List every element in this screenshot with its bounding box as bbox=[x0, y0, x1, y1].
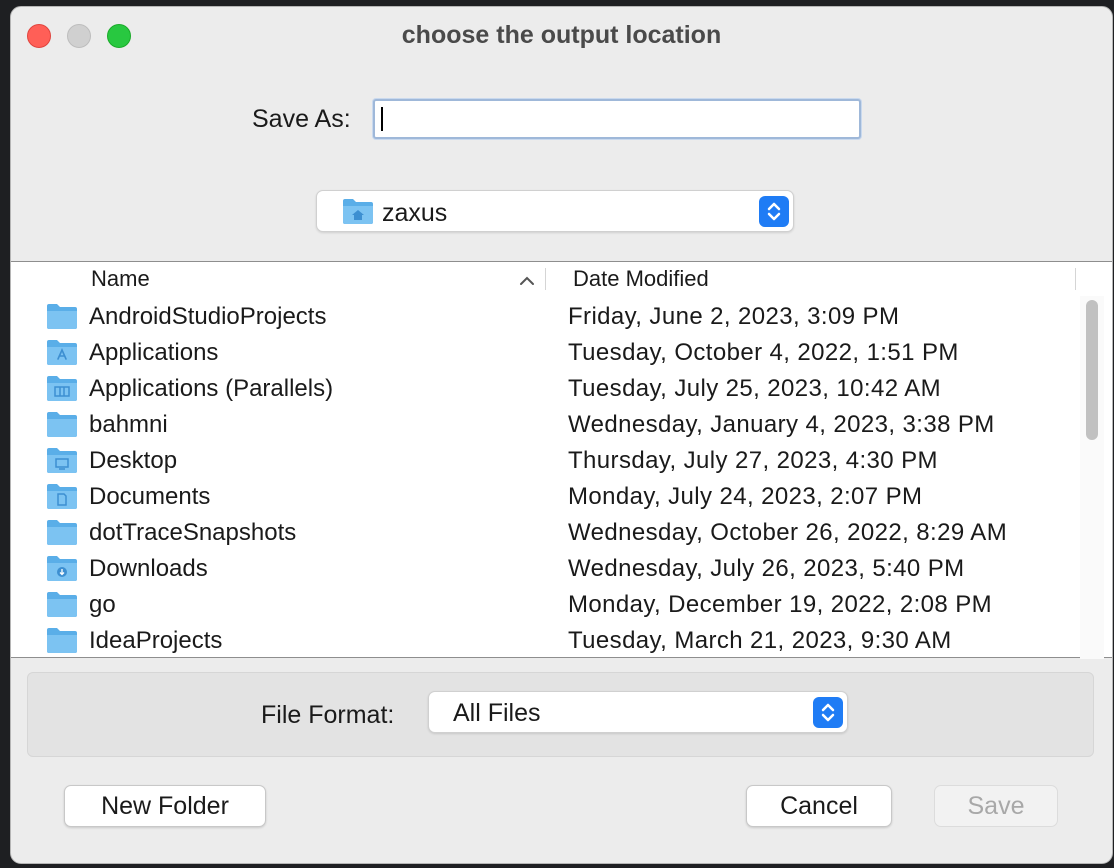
file-date-modified: Monday, December 19, 2022, 2:08 PM bbox=[568, 591, 993, 618]
format-stepper-icon bbox=[813, 697, 843, 728]
parallels-folder-icon bbox=[46, 374, 78, 407]
file-name: go bbox=[89, 591, 116, 618]
file-date-modified: Wednesday, January 4, 2023, 3:38 PM bbox=[568, 411, 995, 438]
file-row[interactable]: Desktop Thursday, July 27, 2023, 4:30 PM bbox=[11, 442, 1112, 478]
file-date-modified: Tuesday, October 4, 2022, 1:51 PM bbox=[568, 339, 959, 366]
file-list-header: Name Date Modified bbox=[11, 262, 1112, 294]
applications-folder-icon bbox=[46, 338, 78, 371]
new-folder-button[interactable]: New Folder bbox=[64, 785, 266, 827]
location-dropdown[interactable]: zaxus bbox=[316, 190, 794, 232]
file-row[interactable]: dotTraceSnapshots Wednesday, October 26, … bbox=[11, 514, 1112, 550]
documents-folder-icon bbox=[46, 482, 78, 515]
home-folder-icon bbox=[342, 197, 374, 230]
file-date-modified: Wednesday, July 26, 2023, 5:40 PM bbox=[568, 555, 965, 582]
file-row[interactable]: go Monday, December 19, 2022, 2:08 PM bbox=[11, 586, 1112, 622]
file-format-dropdown[interactable]: All Files bbox=[428, 691, 848, 733]
save-button[interactable]: Save bbox=[934, 785, 1058, 827]
file-format-panel: File Format: All Files bbox=[27, 672, 1094, 757]
save-as-label: Save As: bbox=[252, 105, 351, 133]
downloads-folder-icon bbox=[46, 554, 78, 587]
file-date-modified: Tuesday, July 25, 2023, 10:42 AM bbox=[568, 375, 942, 402]
file-date-modified: Thursday, July 27, 2023, 4:30 PM bbox=[568, 447, 938, 474]
folder-icon bbox=[46, 410, 78, 443]
cancel-button[interactable]: Cancel bbox=[746, 785, 892, 827]
text-caret bbox=[381, 107, 383, 131]
file-format-label: File Format: bbox=[261, 701, 395, 729]
desktop-folder-icon bbox=[46, 446, 78, 479]
file-row[interactable]: bahmni Wednesday, January 4, 2023, 3:38 P… bbox=[11, 406, 1112, 442]
folder-icon bbox=[46, 626, 78, 659]
file-name: Desktop bbox=[89, 447, 178, 474]
folder-icon bbox=[46, 302, 78, 335]
save-dialog: choose the output location Save As: zaxu… bbox=[10, 6, 1113, 864]
folder-icon bbox=[46, 518, 78, 551]
file-date-modified: Monday, July 24, 2023, 2:07 PM bbox=[568, 483, 923, 510]
file-date-modified: Wednesday, October 26, 2022, 8:29 AM bbox=[568, 519, 1008, 546]
file-row[interactable]: Applications (Parallels) Tuesday, July 25… bbox=[11, 370, 1112, 406]
file-row[interactable]: IdeaProjects Tuesday, March 21, 2023, 9:3… bbox=[11, 622, 1112, 658]
folder-icon bbox=[46, 590, 78, 623]
file-format-value: All Files bbox=[453, 699, 541, 727]
scrollbar-thumb[interactable] bbox=[1086, 300, 1098, 440]
file-row[interactable]: Applications Tuesday, October 4, 2022, 1:… bbox=[11, 334, 1112, 370]
file-name: Documents bbox=[89, 483, 211, 510]
file-name: Applications (Parallels) bbox=[89, 375, 334, 402]
file-list: Name Date Modified AndroidStudioProjects… bbox=[11, 261, 1112, 659]
file-row[interactable]: Downloads Wednesday, July 26, 2023, 5:40 … bbox=[11, 550, 1112, 586]
column-header-date-modified[interactable]: Date Modified bbox=[573, 266, 709, 292]
save-as-input[interactable] bbox=[373, 99, 861, 139]
file-name: Applications bbox=[89, 339, 219, 366]
file-row[interactable]: Documents Monday, July 24, 2023, 2:07 PM bbox=[11, 478, 1112, 514]
file-name: dotTraceSnapshots bbox=[89, 519, 297, 546]
location-stepper-icon bbox=[759, 196, 789, 227]
file-rows: AndroidStudioProjects Friday, June 2, 202… bbox=[11, 298, 1112, 658]
column-header-name[interactable]: Name bbox=[91, 266, 150, 292]
file-name: Downloads bbox=[89, 555, 208, 582]
title-bar: choose the output location bbox=[11, 7, 1112, 63]
file-name: IdeaProjects bbox=[89, 627, 223, 654]
file-name: bahmni bbox=[89, 411, 168, 438]
location-label: zaxus bbox=[382, 199, 448, 227]
column-divider[interactable] bbox=[545, 268, 546, 290]
vertical-scrollbar[interactable] bbox=[1080, 296, 1104, 659]
column-divider[interactable] bbox=[1075, 268, 1076, 290]
dialog-title: choose the output location bbox=[401, 21, 722, 49]
sort-ascending-icon[interactable] bbox=[519, 273, 535, 291]
file-row[interactable]: AndroidStudioProjects Friday, June 2, 202… bbox=[11, 298, 1112, 334]
file-name: AndroidStudioProjects bbox=[89, 303, 327, 330]
file-date-modified: Friday, June 2, 2023, 3:09 PM bbox=[568, 303, 900, 330]
file-date-modified: Tuesday, March 21, 2023, 9:30 AM bbox=[568, 627, 952, 654]
